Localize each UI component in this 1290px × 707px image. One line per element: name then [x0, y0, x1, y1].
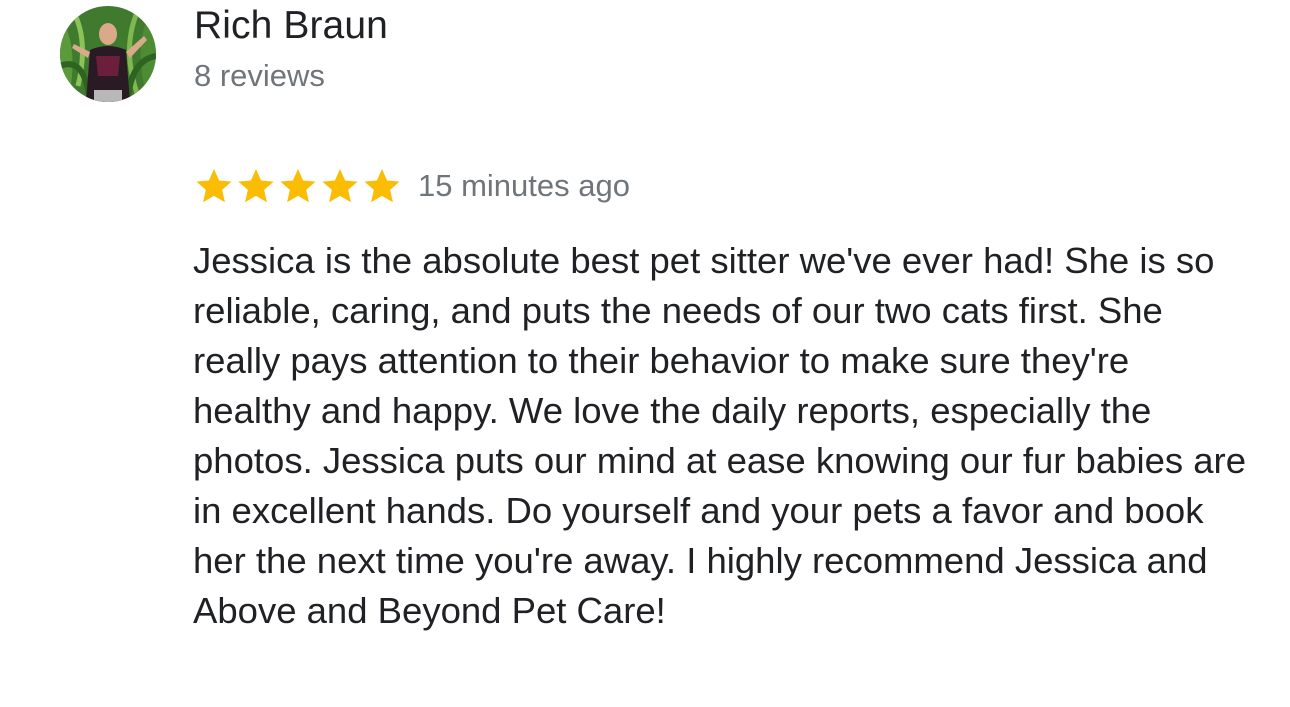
star-icon — [278, 166, 318, 206]
star-icon — [194, 166, 234, 206]
reviewer-photo-icon — [60, 6, 156, 102]
review-card: Rich Braun 8 reviews 15 minutes ago Jess… — [0, 0, 1290, 707]
reviewer-name[interactable]: Rich Braun — [194, 4, 388, 48]
review-count[interactable]: 8 reviews — [194, 58, 325, 94]
star-icon — [236, 166, 276, 206]
star-icon — [362, 166, 402, 206]
rating-row: 15 minutes ago — [194, 164, 630, 208]
star-icon — [320, 166, 360, 206]
avatar[interactable] — [60, 6, 156, 102]
review-timestamp: 15 minutes ago — [418, 168, 630, 203]
review-text: Jessica is the absolute best pet sitter … — [193, 240, 1247, 631]
star-rating — [194, 166, 404, 206]
